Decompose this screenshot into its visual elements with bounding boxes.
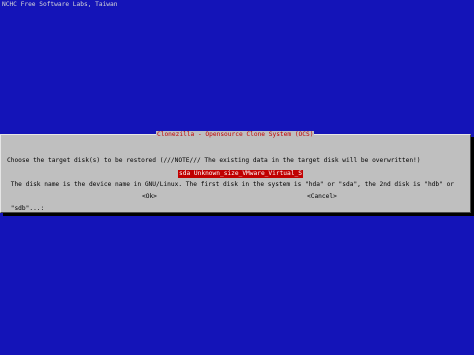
screen-header: NCHC Free Software Labs, Taiwan bbox=[2, 1, 118, 8]
dialog-message-line-2: The disk name is the device name in GNU/… bbox=[7, 181, 455, 188]
disk-option-sda[interactable]: sda Unknown_size_VMware_Virtual_S bbox=[178, 170, 303, 178]
ok-button[interactable]: <Ok> bbox=[142, 193, 157, 201]
restore-target-dialog: Clonezilla - Opensource Clone System (OC… bbox=[0, 131, 471, 213]
dialog-message: Choose the target disk(s) to be restored… bbox=[7, 141, 467, 229]
cancel-button[interactable]: <Cancel> bbox=[307, 193, 337, 201]
dialog-title: Clonezilla - Opensource Clone System (OC… bbox=[156, 131, 315, 139]
dialog-message-line-1: Choose the target disk(s) to be restored… bbox=[7, 157, 421, 164]
dialog-message-line-3: "sdb"...: bbox=[7, 205, 45, 212]
